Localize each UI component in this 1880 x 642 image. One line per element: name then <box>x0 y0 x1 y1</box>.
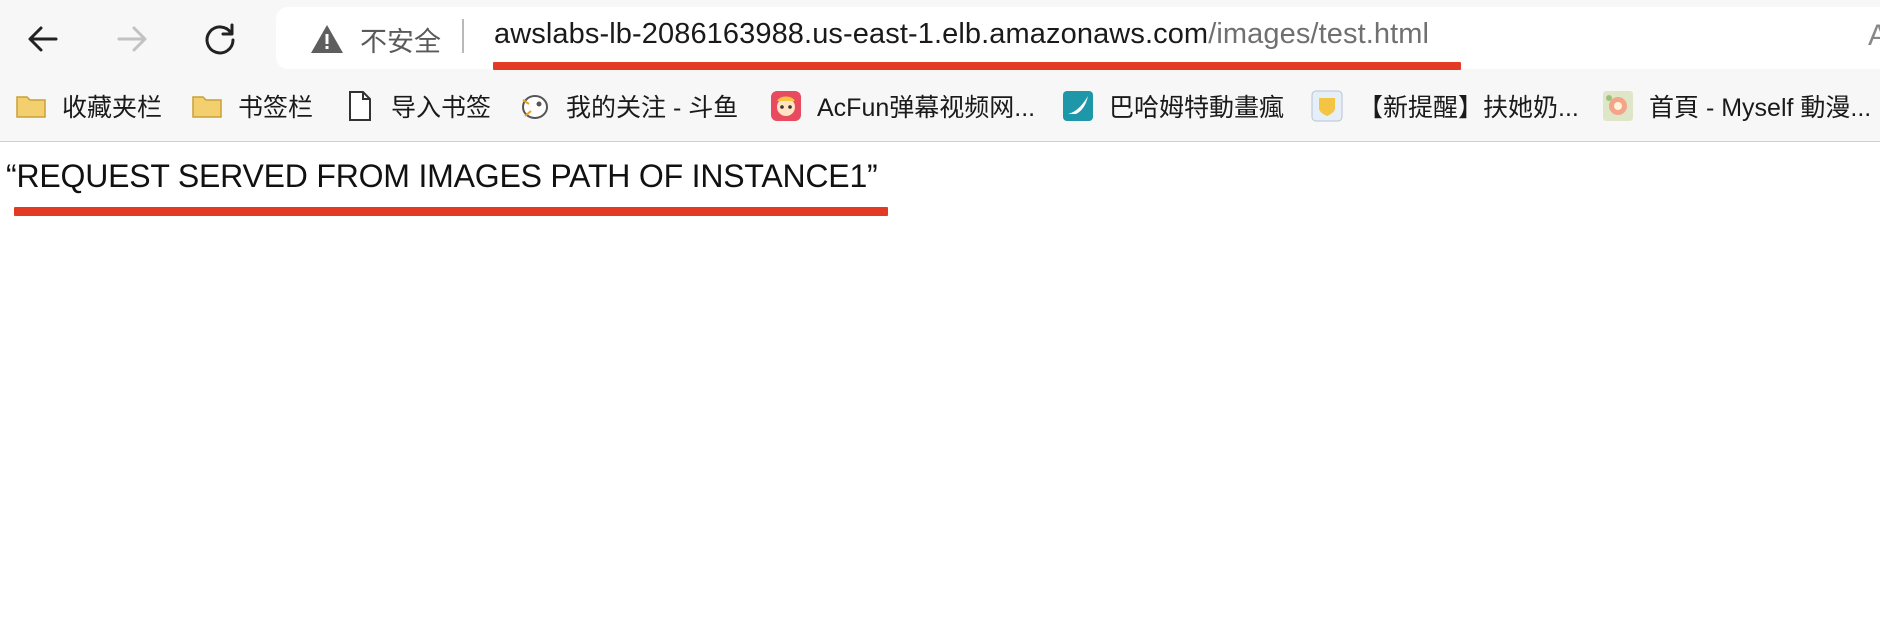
bookmark-import[interactable]: 导入书签 <box>343 84 491 128</box>
arrow-left-icon <box>28 26 58 52</box>
bookmark-label: AcFun弹幕视频网... <box>817 94 1036 122</box>
folder-icon <box>190 89 224 123</box>
reload-icon <box>205 23 235 55</box>
warning-icon <box>311 25 343 53</box>
address-bar[interactable]: 不安全 awslabs-lb-2086163988.us-east-1.elb.… <box>276 7 1880 70</box>
bookmarks-bar: 收藏夹栏 书签栏 导入书签 我的关注 - 斗鱼 AcFun弹幕视频网... 巴哈… <box>0 82 1880 132</box>
arrow-right-icon <box>117 26 147 52</box>
bookmark-label: 书签栏 <box>238 94 314 122</box>
myself-icon <box>1601 89 1635 123</box>
bookmark-bahamut[interactable]: 巴哈姆特動畫瘋 <box>1061 84 1284 128</box>
bookmark-myself[interactable]: 首頁 - Myself 動漫... <box>1601 84 1871 128</box>
page-message: “REQUEST SERVED FROM IMAGES PATH OF INST… <box>6 158 878 194</box>
folder-icon <box>14 89 48 123</box>
bookmark-douyu[interactable]: 我的关注 - 斗鱼 <box>518 84 738 128</box>
url-highlight-underline <box>493 62 1461 70</box>
address-separator <box>462 19 464 53</box>
url-path: /images/test.html <box>1208 18 1430 50</box>
acfun-icon <box>769 89 803 123</box>
bookmark-label: 巴哈姆特動畫瘋 <box>1109 94 1285 122</box>
read-aloud-icon[interactable]: A <box>1868 19 1880 53</box>
bookmark-label: 导入书签 <box>391 94 492 122</box>
bookmark-favorites-bar[interactable]: 收藏夹栏 <box>14 84 162 128</box>
url-host: awslabs-lb-2086163988.us-east-1.elb.amaz… <box>494 18 1209 50</box>
bookmark-reminder[interactable]: 【新提醒】扶她奶... <box>1310 84 1579 128</box>
site-icon <box>1310 89 1344 123</box>
bookmark-label: 首頁 - Myself 動漫... <box>1649 94 1872 122</box>
bookmark-bookmarks-bar[interactable]: 书签栏 <box>190 84 313 128</box>
message-highlight-underline <box>14 207 888 216</box>
browser-chrome: 不安全 awslabs-lb-2086163988.us-east-1.elb.… <box>0 0 1880 142</box>
forward-button[interactable] <box>105 12 159 66</box>
back-button[interactable] <box>16 12 70 66</box>
page-icon <box>343 89 377 123</box>
bahamut-icon <box>1061 89 1095 123</box>
reload-button[interactable] <box>193 12 247 66</box>
security-label[interactable]: 不安全 <box>360 20 441 59</box>
bookmark-acfun[interactable]: AcFun弹幕视频网... <box>769 84 1035 128</box>
url-text[interactable]: awslabs-lb-2086163988.us-east-1.elb.amaz… <box>494 18 1429 51</box>
bookmark-label: 收藏夹栏 <box>62 94 163 122</box>
douyu-icon <box>518 89 552 123</box>
bookmark-label: 【新提醒】扶她奶... <box>1358 94 1579 122</box>
bookmark-label: 我的关注 - 斗鱼 <box>566 94 739 122</box>
